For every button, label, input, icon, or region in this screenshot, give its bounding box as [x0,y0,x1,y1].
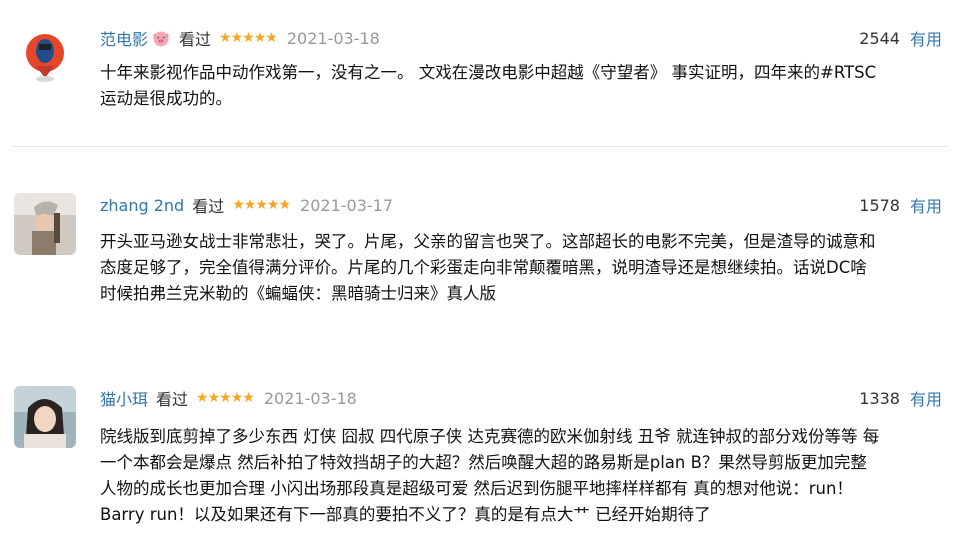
username-link[interactable]: 范电影 [100,26,148,50]
watched-status: 看过 [156,390,189,409]
review-date: 2021-03-18 [263,388,357,408]
review-text-line: 十年来影视作品中动作戏第一，没有之一。 文戏在漫改电影中超越《守望者》 事实证明… [100,63,877,82]
review-text: 院线版到底剪掉了多少东西 灯侠 囧叔 四代原子侠 达克赛德的欧米伽射线 丑爷 就… [100,424,942,528]
star-icon: ★ [219,390,232,406]
watched-status: 看过 [179,30,212,49]
star-icon: ★ [253,30,267,46]
star-icon: ★ [278,197,291,213]
star-icon: ★ [255,197,268,213]
star-icon: ★ [266,197,280,213]
review-date: 2021-03-17 [300,195,394,215]
avatar-image [14,193,76,255]
avatar[interactable] [14,386,76,448]
star-icon: ★ [243,197,257,213]
review-text-line: 开头亚马逊女战士非常悲壮，哭了。片尾，父亲的留言也哭了。这部超长的电影不完美，但… [100,232,876,251]
star-icon: ★ [242,390,255,406]
review-text-line: 态度足够了，完全值得满分评价。片尾的几个彩蛋走向非常颠覆暗黑，说明渣导还是想继续… [100,258,867,277]
review-text-line: 时候拍弗兰克米勒的《蝙蝠侠：黑暗骑士归来》真人版 [100,284,496,303]
review-text-line: Barry run！以及如果还有下一部真的要拍不义了？真的是有点大艹 已经开始期… [100,505,711,524]
star-rating: ★ ★ ★ ★ ★ [196,390,255,406]
review-meta: zhang 2nd 看过 ★ ★ ★ ★ ★ 2021-03-17 1578 有… [100,193,942,217]
star-icon: ★ [219,30,232,46]
review-text-line: 院线版到底剪掉了多少东西 灯侠 囧叔 四代原子侠 达克赛德的欧米伽射线 丑爷 就… [100,427,880,446]
watched-status: 看过 [192,197,225,216]
review-divider [12,146,948,147]
useful-button[interactable]: 有用 [910,386,942,410]
avatar-image [14,386,76,448]
review-text-line: 运动是很成功的。 [100,89,232,108]
avatar-image [14,26,76,88]
vote-area: 1338 有用 [859,386,942,410]
avatar[interactable] [14,26,76,88]
vote-count: 1338 [859,388,900,408]
review-meta: 范电影 看过 ★ ★ ★ ★ ★ 2021-03-18 2544 有用 [100,26,942,50]
star-icon: ★ [232,197,245,213]
star-icon: ★ [230,390,244,406]
vote-area: 1578 有用 [859,193,942,217]
star-icon: ★ [207,390,221,406]
star-icon: ★ [242,30,255,46]
review-text-line: 人物的成长也更加合理 小闪出场那段真是超级可爱 然后迟到伤腿平地摔样样都有 真的… [100,479,853,498]
review-date: 2021-03-18 [286,28,380,48]
vote-count: 2544 [859,28,900,48]
vote-count: 1578 [859,195,900,215]
star-rating: ★ ★ ★ ★ ★ [219,30,278,46]
username-link[interactable]: 猫小珥 [100,386,148,410]
review-text: 十年来影视作品中动作戏第一，没有之一。 文戏在漫改电影中超越《守望者》 事实证明… [100,60,942,112]
useful-button[interactable]: 有用 [910,193,942,217]
vote-area: 2544 有用 [859,26,942,50]
useful-button[interactable]: 有用 [910,26,942,50]
review-text: 开头亚马逊女战士非常悲壮，哭了。片尾，父亲的留言也哭了。这部超长的电影不完美，但… [100,229,942,307]
avatar[interactable] [14,193,76,255]
star-icon: ★ [230,30,244,46]
star-rating: ★ ★ ★ ★ ★ [232,197,291,213]
pig-face-icon [151,29,171,47]
username-link[interactable]: zhang 2nd [100,196,184,215]
star-icon: ★ [265,30,278,46]
review-meta: 猫小珥 看过 ★ ★ ★ ★ ★ 2021-03-18 1338 有用 [100,386,942,410]
star-icon: ★ [196,390,209,406]
review-text-line: 一个本都会是爆点 然后补拍了特效挡胡子的大超？然后唤醒大超的路易斯是plan B… [100,453,867,472]
